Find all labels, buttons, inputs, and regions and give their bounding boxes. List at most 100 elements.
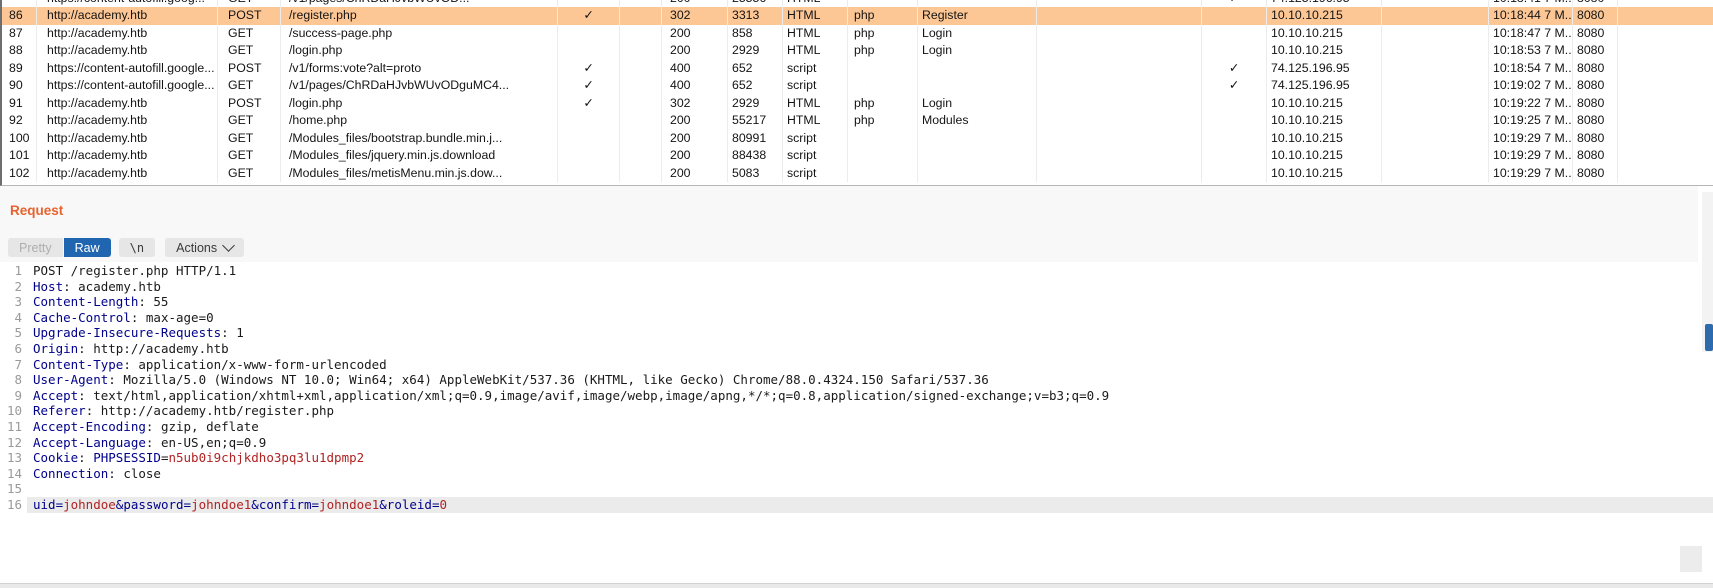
syntax-segment: uid	[33, 497, 56, 512]
syntax-segment: Origin	[33, 341, 78, 356]
line-content	[27, 481, 1713, 497]
cell-status: 200	[662, 42, 728, 60]
cell-url: /v1/pages/ChRDaHJvbWUvODguMC4...	[281, 77, 558, 95]
tab-pretty[interactable]: Pretty	[8, 238, 63, 257]
cell-cookies	[1382, 147, 1489, 165]
request-panel-title: Request	[10, 203, 63, 218]
cell-fill	[1618, 130, 1713, 148]
history-row-88[interactable]: 88http://academy.htbGET/login.php2002929…	[2, 42, 1713, 60]
cell-ip: 74.125.196.95	[1267, 77, 1382, 95]
cell-time: 10:19:25 7 M...	[1489, 112, 1573, 130]
request-line-16: 16uid=johndoe&password=johndoe1&confirm=…	[0, 497, 1713, 513]
cell-ip: 74.125.196.95	[1267, 60, 1382, 78]
cell-params: ✓	[558, 7, 620, 25]
line-number: 12	[0, 435, 27, 451]
cell-method: GET	[218, 165, 281, 183]
tab-raw[interactable]: Raw	[64, 238, 111, 257]
cell-params	[558, 165, 620, 183]
history-row-89[interactable]: 89https://content-autofill.google...POST…	[2, 60, 1713, 78]
cell-port: 8080	[1573, 7, 1618, 25]
cell-length: 2929	[728, 42, 783, 60]
history-row-partial[interactable]: https://content-autofill.goog...GET/v1/p…	[2, 0, 1713, 7]
cell-length: 80991	[728, 130, 783, 148]
request-panel-header: Request Pretty Raw \n Actions	[0, 186, 1698, 262]
cell-comment	[1037, 95, 1202, 113]
cell-host: http://academy.htb	[37, 7, 218, 25]
cell-mime: HTML	[783, 112, 848, 130]
history-row-87[interactable]: 87http://academy.htbGET/success-page.php…	[2, 25, 1713, 43]
line-content: Origin: http://academy.htb	[27, 341, 1713, 357]
cell-tls	[1202, 95, 1267, 113]
cell-params: ✓	[558, 95, 620, 113]
history-row-100[interactable]: 100http://academy.htbGET/Modules_files/b…	[2, 130, 1713, 148]
cell-comment	[1037, 7, 1202, 25]
cell-cookies	[1382, 130, 1489, 148]
cell-url: /v1/pages/ChRDaHJvbWUvOD...	[281, 0, 558, 7]
cell-num: 92	[2, 112, 37, 130]
line-content: User-Agent: Mozilla/5.0 (Windows NT 10.0…	[27, 372, 1713, 388]
cell-comment	[1037, 60, 1202, 78]
history-row-90[interactable]: 90https://content-autofill.google...GET/…	[2, 77, 1713, 95]
cell-host: http://academy.htb	[37, 25, 218, 43]
syntax-segment: :	[78, 450, 93, 465]
history-row-92[interactable]: 92http://academy.htbGET/home.php20055217…	[2, 112, 1713, 130]
cell-num: 100	[2, 130, 37, 148]
cell-time: 10:19:22 7 M...	[1489, 95, 1573, 113]
inspector-toggle-button[interactable]	[1705, 324, 1713, 351]
syntax-segment: : close	[108, 466, 161, 481]
actions-menu-button[interactable]: Actions	[165, 238, 244, 257]
cell-host: https://content-autofill.google...	[37, 77, 218, 95]
raw-request-editor[interactable]: 1POST /register.php HTTP/1.12Host: acade…	[0, 263, 1713, 583]
proxy-history-table[interactable]: https://content-autofill.goog...GET/v1/p…	[0, 0, 1713, 186]
cell-length: 3313	[728, 7, 783, 25]
message-editor-tab-bar: Pretty Raw \n Actions	[8, 238, 244, 257]
cell-length: 25556	[728, 0, 783, 7]
line-number: 2	[0, 279, 27, 295]
cell-method: GET	[218, 0, 281, 7]
syntax-segment: Cookie	[33, 450, 78, 465]
cell-host: http://academy.htb	[37, 112, 218, 130]
cell-ip: 10.10.10.215	[1267, 112, 1382, 130]
cell-ext	[848, 147, 918, 165]
cell-edited	[620, 77, 662, 95]
line-content: Accept: text/html,application/xhtml+xml,…	[27, 388, 1713, 404]
cell-mime: script	[783, 60, 848, 78]
cell-port: 8080	[1573, 130, 1618, 148]
history-row-91[interactable]: 91http://academy.htbPOST/login.php✓30229…	[2, 95, 1713, 113]
cell-tls	[1202, 165, 1267, 183]
syntax-segment: Accept-Language	[33, 435, 146, 450]
toggle-newline-characters-button[interactable]: \n	[119, 238, 155, 257]
cell-time: 10:18:44 7 M...	[1489, 7, 1573, 25]
history-row-102[interactable]: 102http://academy.htbGET/Modules_files/m…	[2, 165, 1713, 183]
syntax-segment: &	[379, 497, 387, 512]
cell-method: GET	[218, 42, 281, 60]
cell-status: 200	[662, 165, 728, 183]
cell-title: Modules	[918, 112, 1037, 130]
cell-num: 89	[2, 60, 37, 78]
cell-comment	[1037, 25, 1202, 43]
cell-fill	[1618, 60, 1713, 78]
cell-comment	[1037, 147, 1202, 165]
cell-title: Login	[918, 95, 1037, 113]
line-content: POST /register.php HTTP/1.1	[27, 263, 1713, 279]
cell-url: /login.php	[281, 95, 558, 113]
line-content: Referer: http://academy.htb/register.php	[27, 403, 1713, 419]
history-row-101[interactable]: 101http://academy.htbGET/Modules_files/j…	[2, 147, 1713, 165]
cell-fill	[1618, 7, 1713, 25]
syntax-segment: &	[251, 497, 259, 512]
cell-mime: script	[783, 130, 848, 148]
cell-port: 8080	[1573, 147, 1618, 165]
cell-params	[558, 0, 620, 7]
syntax-segment: password	[123, 497, 183, 512]
syntax-segment: PHPSESSID	[93, 450, 161, 465]
syntax-segment: roleid	[387, 497, 432, 512]
cell-mime: HTML	[783, 42, 848, 60]
cell-mime: script	[783, 165, 848, 183]
cell-status: 302	[662, 95, 728, 113]
cell-title: Login	[918, 42, 1037, 60]
cell-port: 8080	[1573, 112, 1618, 130]
cell-status: 200	[662, 25, 728, 43]
cell-title	[918, 60, 1037, 78]
history-row-86[interactable]: 86http://academy.htbPOST/register.php✓30…	[2, 7, 1713, 25]
cell-port: 8080	[1573, 165, 1618, 183]
